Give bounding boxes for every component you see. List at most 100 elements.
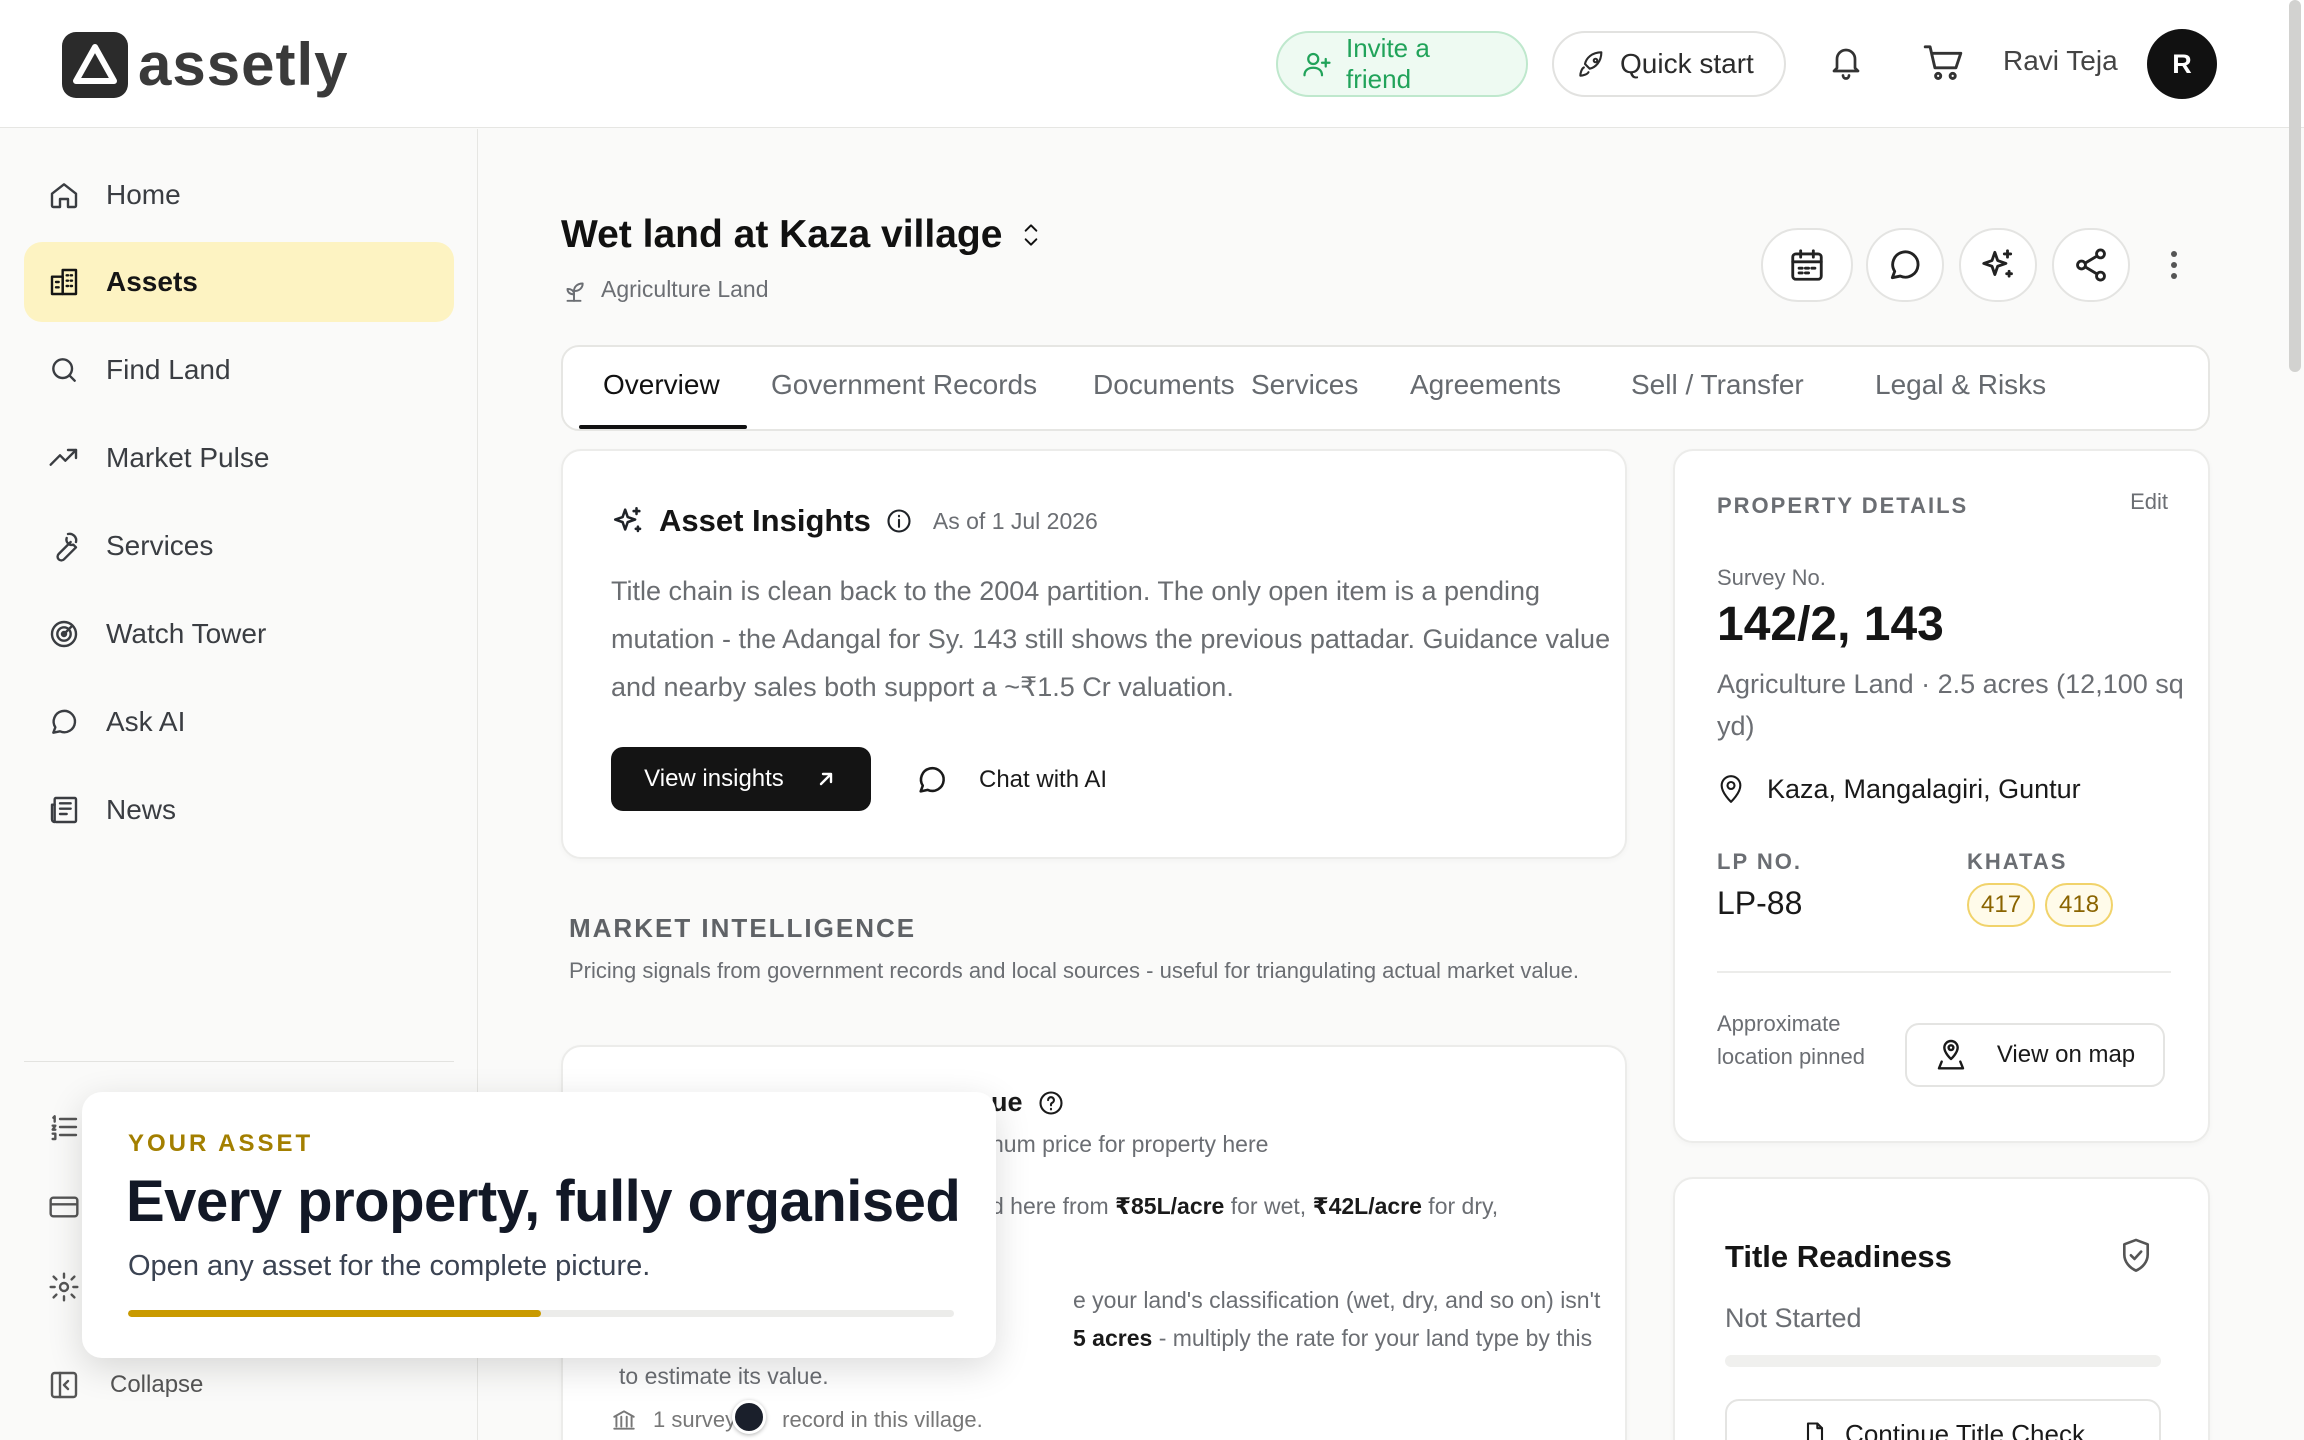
calendar-icon: [1791, 249, 1823, 281]
notifications-bell-icon[interactable]: [1828, 42, 1864, 82]
guidance-acres-line: 5 acres - multiply the rate for your lan…: [1073, 1319, 1613, 1357]
guidance-footer: 1 survey record in this village.: [611, 1407, 983, 1433]
map-pin-icon: [1720, 775, 1742, 803]
khata-chip[interactable]: 418: [2045, 883, 2114, 927]
tab-documents[interactable]: Documents: [1093, 369, 1235, 401]
sidebar-item-market-pulse[interactable]: Market Pulse: [24, 418, 454, 498]
acres-value: 5 acres: [1073, 1325, 1153, 1351]
tab-legal-risks[interactable]: Legal & Risks: [1875, 369, 2046, 401]
sidebar-item-label: Assets: [106, 266, 198, 297]
lp-value: LP-88: [1717, 885, 1803, 921]
sidebar-collapse-icon: [50, 1371, 78, 1399]
radar-icon: [50, 620, 78, 648]
tab-government-records[interactable]: Government Records: [771, 369, 1037, 401]
logo-mark-icon: [62, 31, 128, 98]
tab-sell-transfer[interactable]: Sell / Transfer: [1631, 369, 1804, 401]
land-info: Agriculture Land · 2.5 acres (12,100 sq …: [1717, 669, 2184, 741]
cart-icon[interactable]: [1922, 42, 1964, 84]
dry-rate: ₹42L/acre: [1312, 1193, 1422, 1219]
title-readiness-card: Title Readiness Not Started Continue Tit…: [1673, 1177, 2210, 1440]
insights-body: Title chain is clean back to the 2004 pa…: [611, 576, 1611, 702]
ai-sparkle-button[interactable]: [1959, 228, 2037, 302]
sidebar-item-services[interactable]: Services: [24, 506, 454, 586]
onboarding-title: Every property, fully organised: [126, 1169, 961, 1234]
onboarding-subtitle: Open any asset for the complete picture.: [128, 1250, 651, 1282]
continue-title-check-button[interactable]: Continue Title Check: [1725, 1399, 2161, 1440]
property-divider: [1717, 971, 2171, 973]
location-text: Kaza, Mangalagiri, Guntur: [1767, 773, 2081, 804]
invite-label: Invite a friend: [1345, 33, 1430, 94]
chat-bubble-icon: [1890, 250, 1920, 280]
property-details-card: PROPERTY DETAILS Edit Survey No. 142/2, …: [1673, 449, 2210, 1143]
help-icon[interactable]: [1037, 1089, 1065, 1117]
guidance-rate-line: d here from ₹85L/acre for wet, ₹42L/acre…: [991, 1187, 1551, 1225]
sidebar-item-home[interactable]: Home: [24, 155, 454, 235]
app-logo[interactable]: assetly: [62, 30, 349, 99]
title-readiness-progress: [1725, 1355, 2161, 1367]
khata-chip[interactable]: 417: [1967, 883, 2036, 927]
tab-agreements[interactable]: Agreements: [1410, 369, 1561, 401]
view-on-map-button[interactable]: View on map: [1905, 1023, 2165, 1087]
insights-title: Asset Insights: [659, 503, 871, 538]
sidebar-item-assets[interactable]: Assets: [24, 242, 454, 322]
home-icon: [50, 183, 78, 209]
page-title[interactable]: Wet land at Kaza village: [561, 213, 1044, 257]
sidebar-item-news[interactable]: News: [24, 770, 454, 850]
footer-prefix: 1 survey: [653, 1407, 737, 1432]
sidebar-item-label: Home: [106, 179, 181, 210]
sidebar-item-watch-tower[interactable]: Watch Tower: [24, 594, 454, 674]
list-icon[interactable]: [48, 1111, 80, 1143]
info-icon[interactable]: [885, 507, 913, 535]
tab-services[interactable]: Services: [1251, 369, 1358, 401]
avatar[interactable]: R: [2147, 29, 2217, 99]
view-insights-button[interactable]: View insights: [611, 747, 871, 811]
sprout-icon: [566, 282, 584, 302]
sidebar-divider: [24, 1061, 454, 1062]
share-icon: [2076, 248, 2106, 282]
edit-property-link[interactable]: Edit: [2130, 489, 2168, 515]
more-options-icon[interactable]: [2168, 249, 2180, 281]
sidebar-item-ask-ai[interactable]: Ask AI: [24, 682, 454, 762]
chat-with-ai-label: Chat with AI: [979, 766, 1108, 793]
tab-overview[interactable]: Overview: [603, 369, 720, 401]
trending-up-icon: [49, 448, 78, 466]
active-tab-indicator: [579, 425, 747, 429]
khata-chips: 417 418: [1967, 883, 2114, 927]
chat-bubble-icon: [919, 766, 945, 793]
card-icon[interactable]: [48, 1191, 80, 1223]
sidebar-item-label: Market Pulse: [106, 442, 270, 473]
sidebar-item-label: News: [106, 794, 177, 825]
onboarding-eyebrow: YOUR ASSET: [128, 1130, 314, 1157]
bank-icon: [613, 1410, 635, 1430]
page-scrollbar[interactable]: [2289, 0, 2301, 372]
rate-line-suffix: for dry,: [1421, 1193, 1499, 1219]
sidebar-item-label: Watch Tower: [106, 618, 267, 649]
user-name[interactable]: Ravi Teja: [2003, 45, 2118, 77]
gear-icon[interactable]: [48, 1271, 80, 1303]
collapse-button[interactable]: Collapse: [48, 1369, 203, 1401]
guidance-classification-line: e your land's classification (wet, dry, …: [1073, 1287, 1601, 1313]
khatas-label: KHATAS: [1967, 849, 2068, 874]
calendar-button[interactable]: [1761, 228, 1853, 302]
chat-with-ai-button[interactable]: Chat with AI: [915, 763, 1107, 797]
user-plus-icon: [1303, 52, 1331, 77]
share-button[interactable]: [2052, 228, 2130, 302]
rate-line-prefix: d here from: [991, 1193, 1115, 1219]
onboarding-progress-track: [128, 1310, 954, 1317]
sidebar-item-label: Ask AI: [106, 706, 186, 737]
document-icon: [1806, 1422, 1824, 1440]
market-intelligence-title: MARKET INTELLIGENCE: [569, 913, 917, 943]
survey-label: Survey No.: [1717, 565, 1826, 590]
asset-insights-card: Asset Insights As of 1 Jul 2026 Title ch…: [561, 449, 1627, 859]
rocket-icon: [1579, 51, 1603, 77]
wrench-icon: [56, 532, 78, 562]
guidance-estimate-line: to estimate its value.: [619, 1363, 829, 1389]
quick-start-button[interactable]: Quick start: [1552, 31, 1786, 97]
sidebar-item-find-land[interactable]: Find Land: [24, 330, 454, 410]
sparkle-icon: [613, 506, 642, 533]
invite-friend-button[interactable]: Invite a friend: [1276, 31, 1528, 97]
approx-location-label: Approximate location pinned: [1717, 1011, 1866, 1069]
comment-button[interactable]: [1866, 228, 1944, 302]
sidebar-item-label: Find Land: [106, 354, 231, 385]
view-insights-label: View insights: [644, 765, 784, 792]
